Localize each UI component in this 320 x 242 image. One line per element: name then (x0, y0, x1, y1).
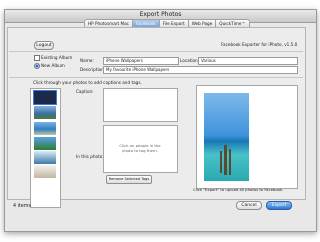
location-label: Location: (180, 58, 200, 63)
photo-thumbnail-strip[interactable] (30, 88, 61, 208)
caption-label: Caption: (76, 89, 94, 94)
name-label: Name: (80, 58, 94, 63)
cancel-button[interactable]: Cancel (236, 201, 262, 210)
new-album-radio[interactable] (34, 63, 40, 69)
tag-hint: Click on people in the photo to tag them… (119, 143, 161, 153)
instruction-text: Click through your photos to add caption… (33, 80, 142, 85)
description-field[interactable]: My favourite iPhone Wallpapers (103, 66, 298, 74)
exporter-version: Facebook Exporter for iPhoto, v1.5.0 (221, 42, 298, 47)
item-count: 4 items (13, 204, 31, 209)
new-album-label: New Album (41, 63, 65, 68)
caption-textarea[interactable] (103, 88, 178, 122)
window-title: Export Photos (139, 11, 182, 18)
separator (9, 77, 303, 78)
photo-thumbnail[interactable] (34, 106, 56, 119)
photo-thumbnail[interactable] (34, 151, 56, 164)
photo-thumbnail[interactable] (33, 90, 57, 105)
upload-hint: Click "Export" to upload all photos to F… (193, 187, 284, 192)
logout-button[interactable]: Logout (34, 41, 54, 50)
location-field[interactable]: Various (198, 57, 298, 65)
in-photo-label: In this photo: (76, 154, 104, 159)
photo-thumbnail[interactable] (34, 137, 56, 150)
tag-list[interactable]: Click on people in the photo to tag them… (103, 125, 178, 173)
post (224, 145, 227, 175)
separator (9, 51, 303, 52)
post (229, 149, 231, 175)
export-button[interactable]: Export (266, 201, 292, 210)
description-label: Description: (80, 67, 106, 72)
photo-thumbnail[interactable] (34, 122, 56, 135)
album-name-field[interactable]: iPhone Wallpapers (103, 57, 179, 65)
remove-selected-tags-button[interactable]: Remove Selected Tags (106, 175, 152, 184)
existing-album-label: Existing Album (41, 55, 73, 60)
post (220, 151, 222, 173)
existing-album-checkbox[interactable] (34, 55, 40, 61)
photo-thumbnail[interactable] (34, 165, 56, 178)
photo-preview (204, 93, 249, 181)
